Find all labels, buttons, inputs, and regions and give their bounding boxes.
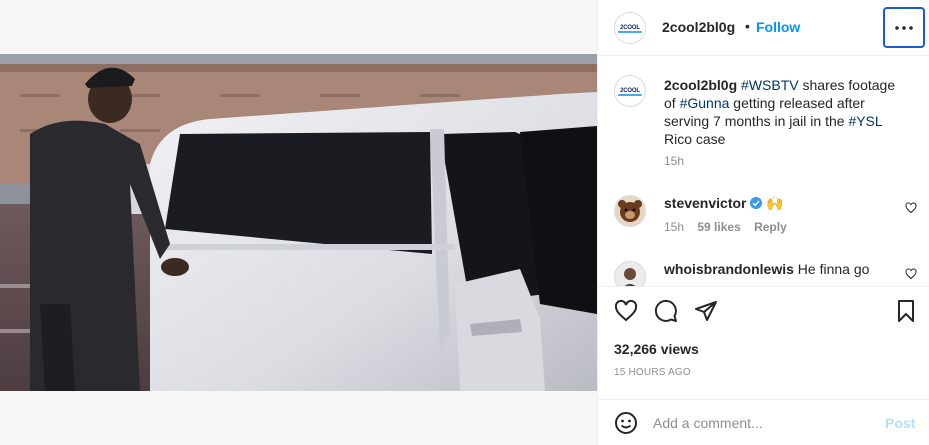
comment-icon[interactable]: [654, 299, 678, 323]
author-avatar[interactable]: 2COOL: [614, 12, 646, 44]
avatar-logo: 2COOL: [618, 25, 642, 33]
like-comment-icon[interactable]: [905, 202, 917, 214]
comment-body: whoisbrandonlewis He finna go: [664, 261, 869, 277]
post-time[interactable]: 15 HOURS AGO: [614, 367, 691, 378]
post-caption: 2cool2bl0g #WSBTV shares footage of #Gun…: [664, 76, 904, 148]
avatar-logo: 2COOL: [618, 88, 642, 96]
caption-text: Rico case: [664, 131, 726, 147]
header-separator: •: [745, 18, 750, 34]
comment-meta: 15h 59 likes Reply: [664, 220, 787, 234]
post-comment-button[interactable]: Post: [885, 415, 915, 431]
video-player[interactable]: [0, 54, 597, 391]
commenter-avatar[interactable]: [614, 261, 646, 286]
caption-avatar[interactable]: 2COOL: [614, 75, 646, 107]
more-horizontal-icon: [895, 25, 913, 30]
verified-badge-icon: [750, 197, 763, 209]
comments-list[interactable]: 2COOL 2cool2bl0g #WSBTV shares footage o…: [598, 57, 929, 286]
comment-username[interactable]: stevenvictor: [664, 195, 746, 211]
hashtag-link[interactable]: #Gunna: [680, 95, 730, 111]
comment-text: He finna go: [797, 261, 870, 277]
commenter-avatar[interactable]: [614, 195, 646, 227]
hashtag-link[interactable]: #WSBTV: [741, 77, 799, 93]
smiley-icon[interactable]: [614, 411, 638, 435]
author-username[interactable]: 2cool2bl0g: [662, 19, 735, 35]
comment-timestamp[interactable]: 15h: [664, 220, 684, 234]
comment-username[interactable]: whoisbrandonlewis: [664, 261, 794, 277]
post-actions: 32,266 views 15 HOURS AGO: [598, 286, 929, 392]
paper-plane-icon[interactable]: [694, 299, 718, 323]
comment-likes[interactable]: 59 likes: [697, 220, 740, 234]
caption-timestamp[interactable]: 15h: [664, 154, 684, 168]
video-frame: [0, 54, 597, 391]
post-header: 2COOL 2cool2bl0g • Follow: [598, 0, 929, 56]
follow-button[interactable]: Follow: [756, 19, 800, 35]
more-options-button[interactable]: [883, 7, 925, 48]
comment-body: stevenvictor 🙌: [664, 195, 784, 212]
bear-avatar-icon: [618, 200, 642, 222]
post-side-panel: 2COOL 2cool2bl0g • Follow 2COOL 2cool2bl…: [597, 0, 929, 445]
media-panel: [0, 0, 597, 445]
comment-input[interactable]: [653, 413, 873, 433]
comment-text: 🙌: [766, 195, 784, 211]
reply-button[interactable]: Reply: [754, 220, 787, 234]
caption-username[interactable]: 2cool2bl0g: [664, 77, 737, 93]
like-comment-icon[interactable]: [905, 268, 917, 280]
view-count[interactable]: 32,266 views: [614, 341, 699, 357]
person-avatar-icon: [624, 268, 636, 286]
add-comment-bar: Post: [598, 399, 929, 445]
heart-icon[interactable]: [614, 299, 638, 323]
hashtag-link[interactable]: #YSL: [848, 113, 882, 129]
bookmark-icon[interactable]: [894, 299, 918, 323]
